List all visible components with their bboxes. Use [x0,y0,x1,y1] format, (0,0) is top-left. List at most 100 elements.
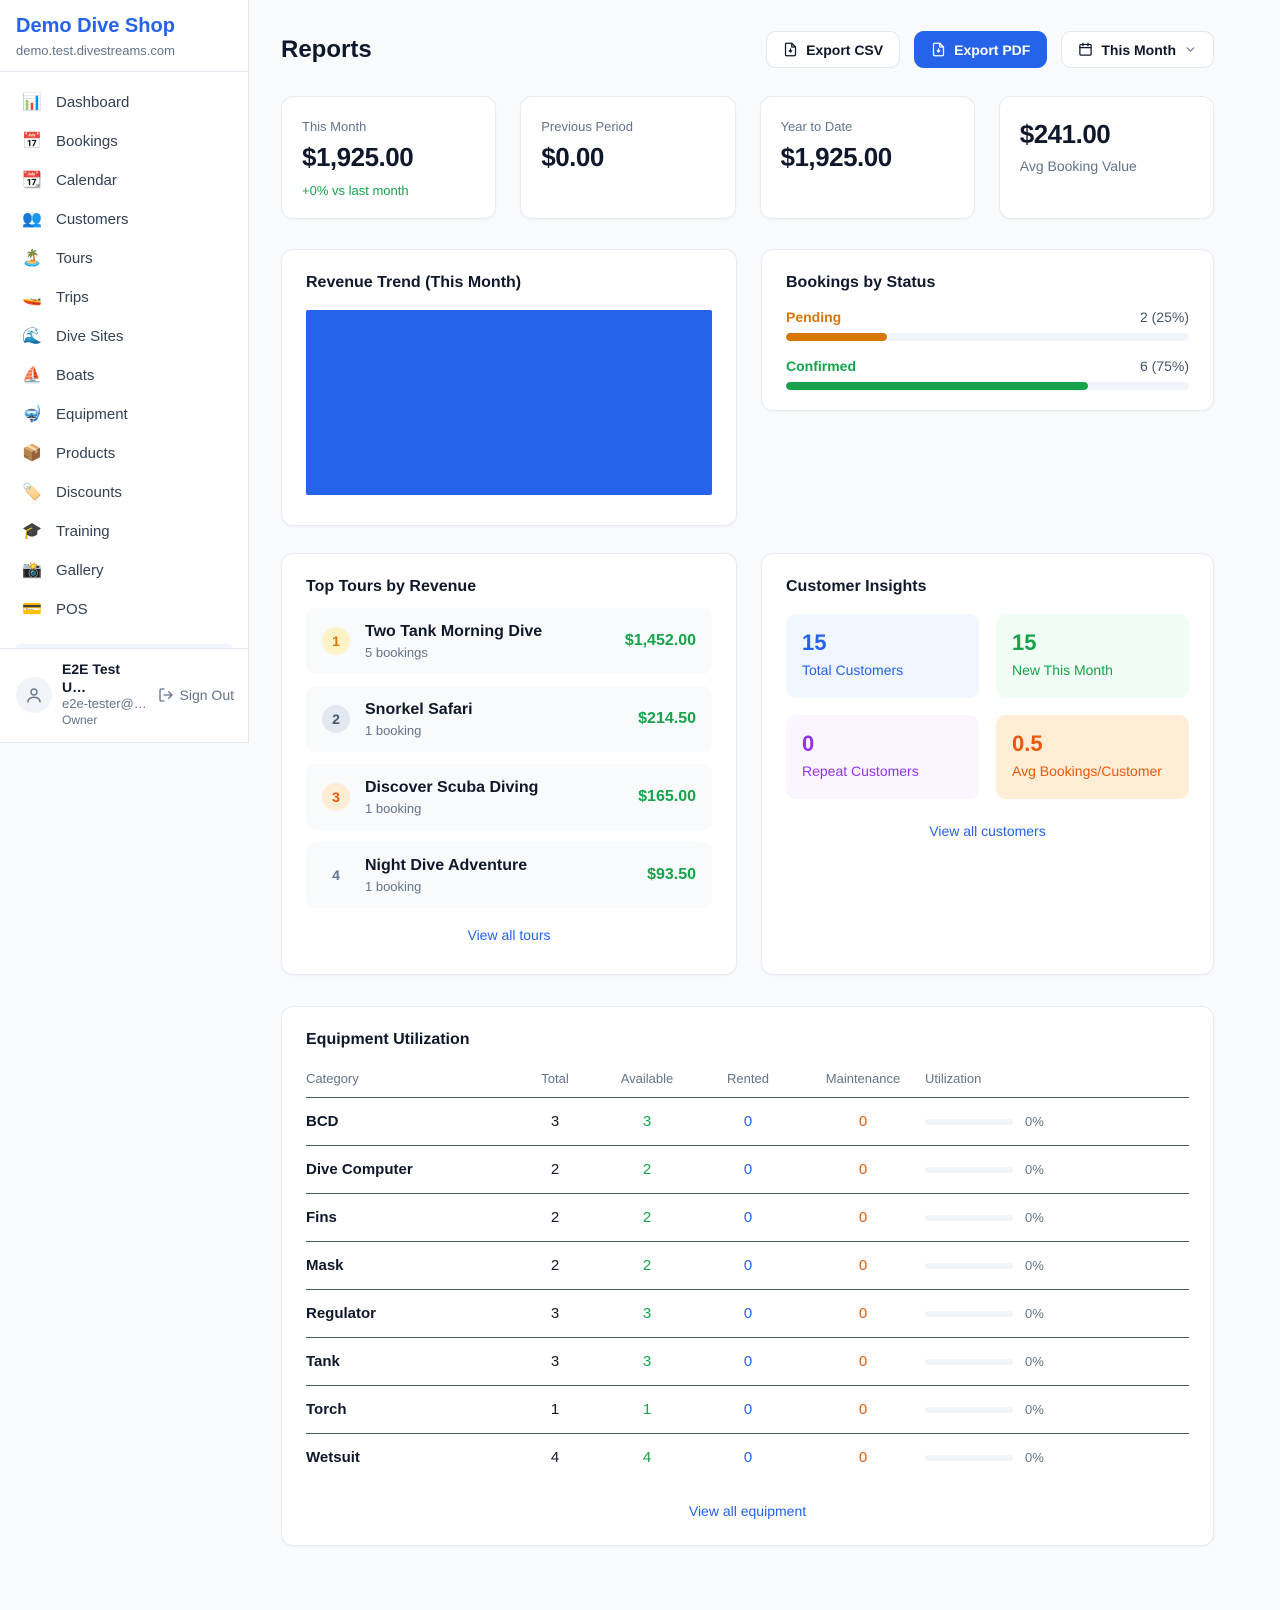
tour-row: 2 Snorkel Safari 1 booking $214.50 [306,686,712,752]
tour-bookings: 1 booking [365,879,527,894]
sidebar-item-trips[interactable]: 🚤 Trips [8,279,240,316]
sidebar-item-discounts[interactable]: 🏷️ Discounts [8,474,240,511]
user-name: E2E Test U… [62,661,148,696]
cell-available: 3 [599,1290,695,1338]
cell-category: Tank [306,1338,511,1386]
gallery-icon: 📸 [22,563,42,579]
utilization-percent: 0% [1025,1258,1044,1273]
tour-name: Snorkel Safari [365,700,473,721]
cell-available: 2 [599,1194,695,1242]
dashboard-icon: 📊 [22,95,42,111]
stat-label: Previous Period [541,119,714,134]
sidebar-item-tours[interactable]: 🏝️ Tours [8,240,240,277]
sidebar-item-gallery[interactable]: 📸 Gallery [8,552,240,589]
brand-domain: demo.test.divestreams.com [16,43,232,58]
rank-badge: 1 [322,627,350,655]
top-tours-card: Top Tours by Revenue 1 Two Tank Morning … [281,553,737,975]
utilization-bar [925,1119,1013,1125]
sidebar-item-dive-sites[interactable]: 🌊 Dive Sites [8,318,240,355]
utilization-bar [925,1263,1013,1269]
tour-bookings: 1 booking [365,723,473,738]
tour-row: 1 Two Tank Morning Dive 5 bookings $1,45… [306,608,712,674]
bookings-by-status-title: Bookings by Status [786,274,1189,292]
products-icon: 📦 [22,446,42,462]
sign-out-label: Sign Out [180,687,234,703]
status-row-pending: Pending 2 (25%) [786,309,1189,341]
sidebar-item-dashboard[interactable]: 📊 Dashboard [8,84,240,121]
stat-label: Year to Date [781,119,954,134]
table-row: Torch 1 1 0 0 0% [306,1386,1189,1434]
sidebar-item-label: Bookings [56,133,118,150]
utilization-cell: 0% [925,1354,1189,1369]
sidebar-item-boats[interactable]: ⛵ Boats [8,357,240,394]
tile-new-this-month: 15 New This Month [996,614,1189,698]
user-info: E2E Test U… e2e-tester@… Owner [62,661,148,728]
cell-available: 3 [599,1098,695,1146]
utilization-percent: 0% [1025,1210,1044,1225]
table-row: Tank 3 3 0 0 0% [306,1338,1189,1386]
utilization-cell: 0% [925,1210,1189,1225]
cell-rented: 0 [695,1290,801,1338]
table-row: Dive Computer 2 2 0 0 0% [306,1146,1189,1194]
table-row: Regulator 3 3 0 0 0% [306,1290,1189,1338]
utilization-cell: 0% [925,1450,1189,1465]
sidebar-item-pos[interactable]: 💳 POS [8,591,240,628]
sidebar-item-training[interactable]: 🎓 Training [8,513,240,550]
stat-label: This Month [302,119,475,134]
table-row: Fins 2 2 0 0 0% [306,1194,1189,1242]
utilization-cell: 0% [925,1114,1189,1129]
revenue-trend-chart [306,310,712,495]
brand-block: Demo Dive Shop demo.test.divestreams.com [0,0,248,72]
insight-tiles: 15 Total Customers 15 New This Month 0 R… [786,614,1189,799]
calendar-icon [1078,42,1093,57]
customer-insights-card: Customer Insights 15 Total Customers 15 … [761,553,1214,975]
utilization-cell: 0% [925,1402,1189,1417]
sign-out-button[interactable]: Sign Out [158,687,234,703]
cell-maintenance: 0 [801,1146,925,1194]
view-all-tours-link[interactable]: View all tours [306,927,712,943]
sidebar-item-bookings[interactable]: 📅 Bookings [8,123,240,160]
sidebar-item-customers[interactable]: 👥 Customers [8,201,240,238]
utilization-percent: 0% [1025,1306,1044,1321]
dive-sites-icon: 🌊 [22,329,42,345]
sidebar-item-calendar[interactable]: 📆 Calendar [8,162,240,199]
cell-category: Mask [306,1242,511,1290]
sidebar-item-equipment[interactable]: 🤿 Equipment [8,396,240,433]
period-dropdown[interactable]: This Month [1061,31,1214,68]
cell-available: 2 [599,1146,695,1194]
trips-icon: 🚤 [22,290,42,306]
tour-revenue: $93.50 [647,866,696,884]
equipment-icon: 🤿 [22,407,42,423]
cell-total: 2 [511,1242,599,1290]
cell-maintenance: 0 [801,1242,925,1290]
export-pdf-button[interactable]: Export PDF [914,31,1047,68]
export-csv-button[interactable]: Export CSV [766,31,900,68]
sidebar-item-products[interactable]: 📦 Products [8,435,240,472]
cell-available: 4 [599,1434,695,1482]
file-download-icon [931,42,946,57]
main-content: Reports Export CSV Export PDF This Month [249,0,1280,1586]
view-all-equipment-link[interactable]: View all equipment [306,1503,1189,1519]
stat-label: Avg Booking Value [1020,158,1193,174]
column-header-rented: Rented [695,1063,801,1098]
customer-insights-title: Customer Insights [786,578,1189,596]
stat-value: $241.00 [1020,119,1193,150]
tour-row: 4 Night Dive Adventure 1 booking $93.50 [306,842,712,908]
cell-total: 2 [511,1194,599,1242]
utilization-percent: 0% [1025,1402,1044,1417]
user-icon [25,686,43,704]
tile-value: 0 [802,731,963,757]
cell-total: 1 [511,1386,599,1434]
tile-label: New This Month [1012,662,1173,678]
stat-delta: +0% vs last month [302,183,475,198]
cell-maintenance: 0 [801,1194,925,1242]
cell-total: 4 [511,1434,599,1482]
sidebar-item-label: Gallery [56,562,104,579]
tour-revenue: $165.00 [638,788,696,806]
view-all-customers-link[interactable]: View all customers [786,823,1189,839]
tile-repeat-customers: 0 Repeat Customers [786,715,979,799]
stat-cards: This Month $1,925.00 +0% vs last month P… [281,96,1214,219]
cell-rented: 0 [695,1338,801,1386]
utilization-bar [925,1455,1013,1461]
sidebar-item-label: POS [56,601,88,618]
